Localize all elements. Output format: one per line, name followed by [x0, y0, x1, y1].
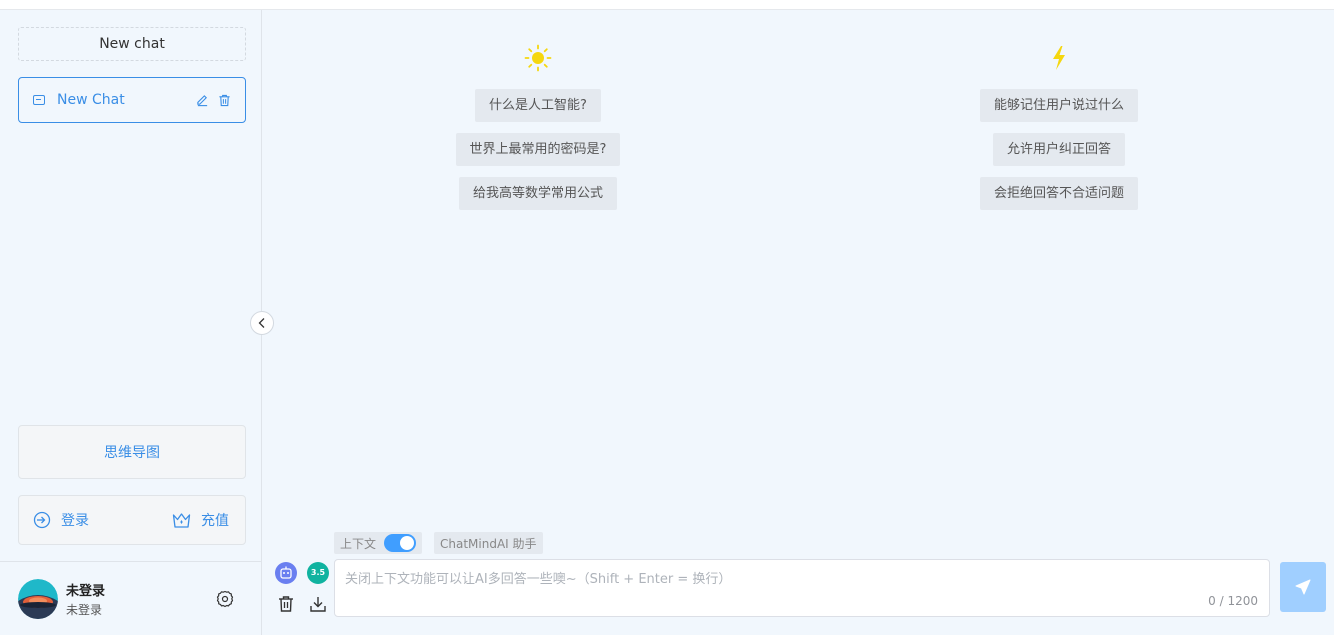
assistant-avatar-icon[interactable] — [275, 562, 297, 584]
user-bar: 未登录 未登录 — [0, 561, 261, 635]
capability-chip[interactable]: 能够记住用户说过什么 — [979, 89, 1138, 122]
suggestion-chip[interactable]: 给我高等数学常用公式 — [458, 177, 617, 210]
model-badge-label: 3.5 — [310, 568, 326, 577]
context-option: 上下文 — [334, 532, 423, 554]
recharge-label: 充值 — [201, 513, 229, 529]
sun-icon — [522, 42, 554, 74]
mindmap-button[interactable]: 思维导图 — [18, 425, 246, 479]
main-panel: 什么是人工智能? 世界上最常用的密码是? 给我高等数学常用公式 能够记住用户说过… — [262, 10, 1334, 635]
input-options: 上下文 ChatMindAI 助手 — [334, 532, 543, 554]
message-input[interactable] — [335, 560, 1269, 616]
user-name: 未登录 — [66, 583, 106, 599]
chat-bubble-icon — [33, 95, 45, 105]
capability-chip[interactable]: 允许用户纠正回答 — [992, 133, 1125, 166]
chat-item-title: New Chat — [57, 92, 125, 108]
assistant-tag[interactable]: ChatMindAI 助手 — [434, 532, 543, 554]
assistant-label: ChatMindAI 助手 — [440, 536, 537, 551]
trash-icon — [279, 596, 293, 612]
collapse-sidebar-button[interactable] — [250, 311, 274, 335]
app-window: New chat New Chat 思维导图 登录 充值 未登录 未登录 什么是… — [0, 9, 1334, 635]
chat-list-item[interactable]: New Chat — [18, 77, 246, 123]
download-icon — [310, 597, 326, 612]
input-tools: 3.5 — [274, 560, 330, 620]
lightning-icon — [1043, 42, 1075, 74]
auth-bar: 登录 充值 — [18, 495, 246, 545]
chevron-left-icon — [258, 318, 265, 328]
delete-icon[interactable] — [217, 93, 231, 107]
sidebar: New chat New Chat 思维导图 登录 充值 未登录 未登录 — [0, 10, 262, 635]
avatar[interactable] — [18, 578, 58, 619]
gear-icon — [216, 590, 234, 607]
user-info: 未登录 未登录 — [66, 580, 215, 618]
user-status: 未登录 — [66, 602, 103, 617]
message-input-box: 0 / 1200 — [334, 559, 1270, 617]
capabilities-column: 能够记住用户说过什么 允许用户纠正回答 会拒绝回答不合适问题 — [969, 42, 1149, 221]
login-label: 登录 — [61, 513, 89, 529]
context-toggle[interactable] — [384, 534, 417, 552]
char-counter: 0 / 1200 — [1208, 594, 1258, 608]
context-label: 上下文 — [340, 536, 377, 551]
recharge-button[interactable]: 充值 — [172, 510, 229, 530]
model-badge[interactable]: 3.5 — [307, 562, 329, 584]
suggestion-chip[interactable]: 什么是人工智能? — [475, 89, 601, 122]
new-chat-button[interactable]: New chat — [18, 27, 246, 61]
examples-column: 什么是人工智能? 世界上最常用的密码是? 给我高等数学常用公式 — [448, 42, 628, 221]
capability-chip[interactable]: 会拒绝回答不合适问题 — [979, 177, 1138, 210]
download-button[interactable] — [307, 593, 329, 615]
crown-icon — [172, 512, 191, 528]
login-button[interactable]: 登录 — [33, 510, 89, 530]
edit-icon[interactable] — [195, 93, 209, 107]
login-icon — [33, 511, 51, 529]
send-button[interactable] — [1280, 562, 1326, 612]
clear-chat-button[interactable] — [275, 593, 297, 615]
send-icon — [1295, 579, 1311, 595]
settings-button[interactable] — [215, 589, 235, 609]
suggestion-chip[interactable]: 世界上最常用的密码是? — [455, 133, 621, 166]
